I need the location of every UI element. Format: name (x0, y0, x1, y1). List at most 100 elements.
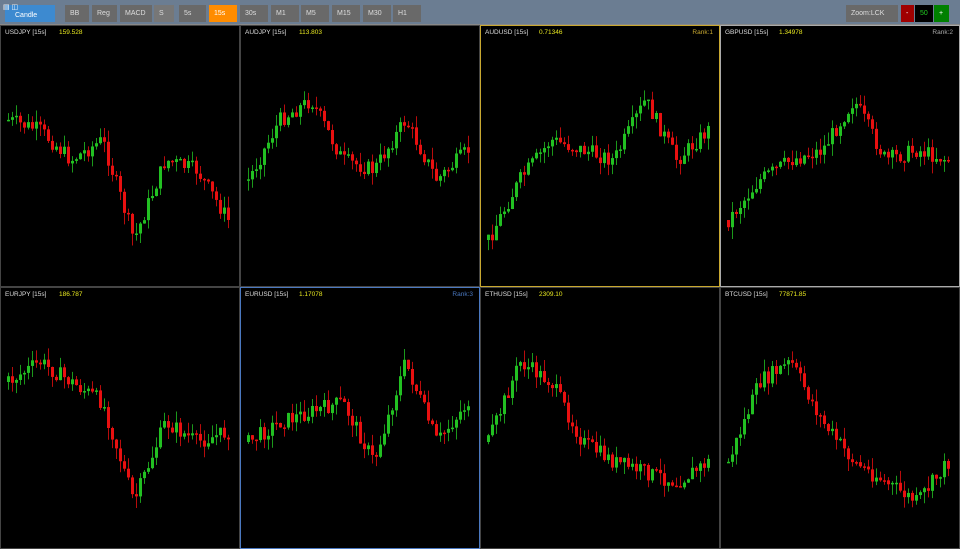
chart-panel-audjpy[interactable]: AUDJPY [15s] 113.803 (240, 25, 480, 287)
candle-body (915, 152, 918, 157)
candle-body (7, 119, 10, 122)
candle-body (87, 388, 90, 392)
candlestick-chart[interactable] (481, 40, 719, 286)
candle-body (119, 448, 122, 462)
chart-panel-gbpusd[interactable]: GBPUSD [15s] 1.34978 Rank:2 (720, 25, 960, 287)
candlestick-chart[interactable] (481, 302, 719, 548)
candle-body (527, 367, 530, 370)
candle-body (843, 438, 846, 449)
chart-panel-btcusd[interactable]: BTCUSD [15s] 77871.85 (720, 287, 960, 549)
candlestick-chart[interactable] (241, 302, 479, 548)
candle-body (163, 166, 166, 169)
bb-button[interactable]: BB (65, 5, 89, 22)
tf-15s[interactable]: 15s (209, 5, 237, 22)
candle-body (799, 158, 802, 164)
reg-button[interactable]: Reg (92, 5, 117, 22)
tf-m30[interactable]: M30 (363, 5, 391, 22)
candle-body (303, 100, 306, 106)
candle-body (263, 148, 266, 165)
candle-body (947, 160, 950, 162)
candle-body (759, 179, 762, 189)
candle-body (395, 395, 398, 411)
candle-body (99, 390, 102, 408)
chart-panel-eurusd[interactable]: EURUSD [15s] 1.17078 Rank:3 (240, 287, 480, 549)
candle-body (451, 167, 454, 171)
candlestick-chart[interactable] (1, 40, 239, 286)
candle-body (591, 439, 594, 442)
candle-body (583, 145, 586, 155)
candlestick-chart[interactable] (721, 40, 959, 286)
candlestick-chart[interactable] (721, 302, 959, 548)
tf-m1[interactable]: M1 (271, 5, 299, 22)
candle-body (303, 411, 306, 421)
candle-body (567, 144, 570, 150)
candle-body (415, 127, 418, 145)
candle-body (195, 433, 198, 435)
rank-label: Rank:1 (692, 29, 713, 36)
s-button[interactable]: S (154, 5, 174, 22)
candle-body (491, 424, 494, 436)
tf-h1[interactable]: H1 (393, 5, 421, 22)
candle-body (51, 140, 54, 150)
chart-panel-eurjpy[interactable]: EURJPY [15s] 186.787 (0, 287, 240, 549)
candle-body (115, 174, 118, 177)
candle-body (559, 384, 562, 393)
zoom-minus-button[interactable]: - (901, 5, 914, 22)
zoom-lock-button[interactable]: Zoom:LCK (846, 5, 898, 22)
candle-body (887, 480, 890, 485)
zoom-value[interactable]: 50 (915, 5, 933, 22)
macd-button[interactable]: MACD (120, 5, 152, 22)
candle-body (23, 372, 26, 375)
candle-body (639, 105, 642, 114)
candle-body (831, 428, 834, 432)
candle-body (551, 385, 554, 389)
tf-5s[interactable]: 5s (179, 5, 206, 22)
candle-body (311, 107, 314, 109)
candle-body (347, 154, 350, 156)
candle-body (315, 107, 318, 109)
candle-body (487, 435, 490, 442)
candle-body (207, 179, 210, 182)
candle-body (595, 441, 598, 453)
zoom-plus-button[interactable]: + (934, 5, 949, 22)
candle-body (279, 423, 282, 428)
candle-body (423, 394, 426, 403)
chart-panel-audusd[interactable]: AUDUSD [15s] 0.71346 Rank:1 (480, 25, 720, 287)
candle-body (155, 188, 158, 197)
candle-body (63, 146, 66, 155)
candle-body (727, 220, 730, 228)
tf-m15[interactable]: M15 (332, 5, 360, 22)
candle-body (83, 391, 86, 393)
candle-body (487, 234, 490, 240)
price-label: 113.803 (299, 29, 323, 36)
candle-body (43, 124, 46, 130)
tf-30s[interactable]: 30s (240, 5, 268, 22)
candle-body (703, 132, 706, 139)
price-label: 0.71346 (539, 29, 563, 36)
candle-body (567, 402, 570, 423)
chart-type-label: Candle (15, 12, 38, 19)
tf-m5[interactable]: M5 (301, 5, 329, 22)
chart-panel-ethusd[interactable]: ETHUSD [15s] 2309.10 (480, 287, 720, 549)
candle-body (899, 154, 902, 162)
candle-body (819, 415, 822, 417)
candle-body (499, 414, 502, 416)
candle-body (875, 477, 878, 482)
candle-body (923, 151, 926, 157)
candle-body (735, 211, 738, 214)
price-label: 2309.10 (539, 291, 563, 298)
candle-body (663, 131, 666, 137)
candle-body (559, 137, 562, 143)
candle-body (779, 365, 782, 374)
candle-body (915, 495, 918, 501)
candle-body (891, 149, 894, 158)
rank-label: Rank:3 (452, 291, 473, 298)
candle-body (323, 110, 326, 122)
candle-body (375, 162, 378, 174)
candle-body (843, 122, 846, 127)
chart-panel-usdjpy[interactable]: USDJPY [15s] 159.528 (0, 25, 240, 287)
candlestick-chart[interactable] (1, 302, 239, 548)
candle-body (103, 137, 106, 142)
candle-body (391, 148, 394, 150)
candlestick-chart[interactable] (241, 40, 479, 286)
